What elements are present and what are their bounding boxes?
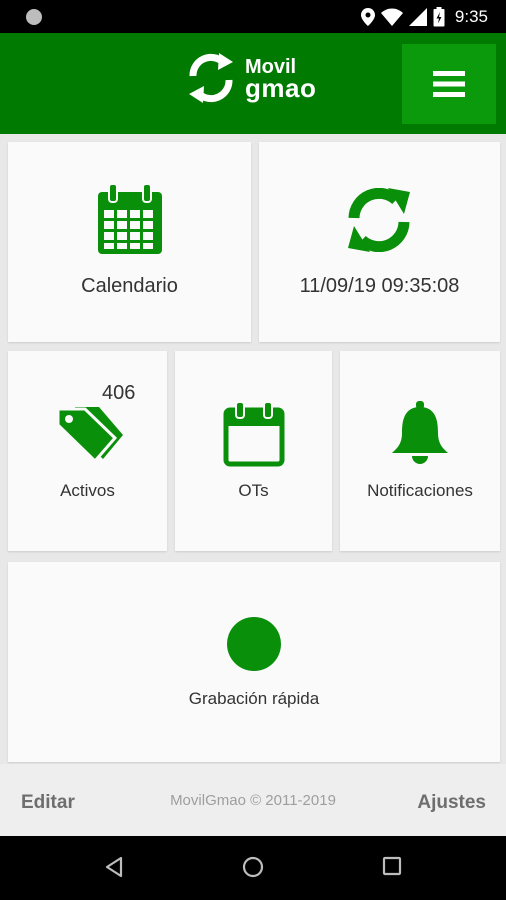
menu-button[interactable] [402,44,496,124]
navigation-bar [0,836,506,900]
sync-icon [348,188,410,252]
ots-label: OTs [238,481,269,500]
status-time: 9:35 [454,7,488,26]
location-icon [360,8,375,26]
back-icon[interactable] [104,856,124,878]
home-icon[interactable] [242,856,264,878]
grabacion-rapida-tile[interactable]: Grabación rápida [8,562,500,762]
signal-icon [408,8,427,26]
footer: Editar MovilGmao © 2011-2019 Ajustes [0,764,506,836]
app-logo: Movil gmao [183,50,316,106]
grabacion-rapida-label: Grabación rápida [188,689,320,708]
activos-tile[interactable]: 406 Activos [8,351,167,551]
battery-icon [433,7,445,27]
status-bar: 9:35 [0,0,506,33]
logo-sync-icon [189,53,233,103]
tags-icon [56,407,123,463]
status-icons: 9:35 [360,6,488,28]
calendario-label: Calendario [81,275,178,297]
record-circle-icon [227,617,281,671]
activos-label: Activos [60,481,115,500]
notification-dot-icon [26,9,42,25]
notificaciones-label: Notificaciones [367,481,473,500]
notificaciones-tile[interactable]: Notificaciones [340,351,500,551]
calendar-blank-icon [223,401,285,467]
logo-line2: gmao [245,73,317,103]
calendar-icon [98,183,162,254]
sync-timestamp: 11/09/19 09:35:08 [299,275,460,297]
settings-button[interactable]: Ajustes [417,792,486,814]
calendario-tile[interactable]: Calendario [8,142,251,342]
ots-tile[interactable]: OTs [175,351,332,551]
bell-icon [392,401,448,464]
app-header: Movil gmao [0,33,506,134]
wifi-icon [380,8,403,26]
recents-icon[interactable] [382,856,402,876]
hamburger-icon [433,71,465,97]
sync-tile[interactable]: 11/09/19 09:35:08 [259,142,500,342]
logo-text: Movil gmao [245,57,317,103]
activos-count-badge: 406 [102,382,136,404]
